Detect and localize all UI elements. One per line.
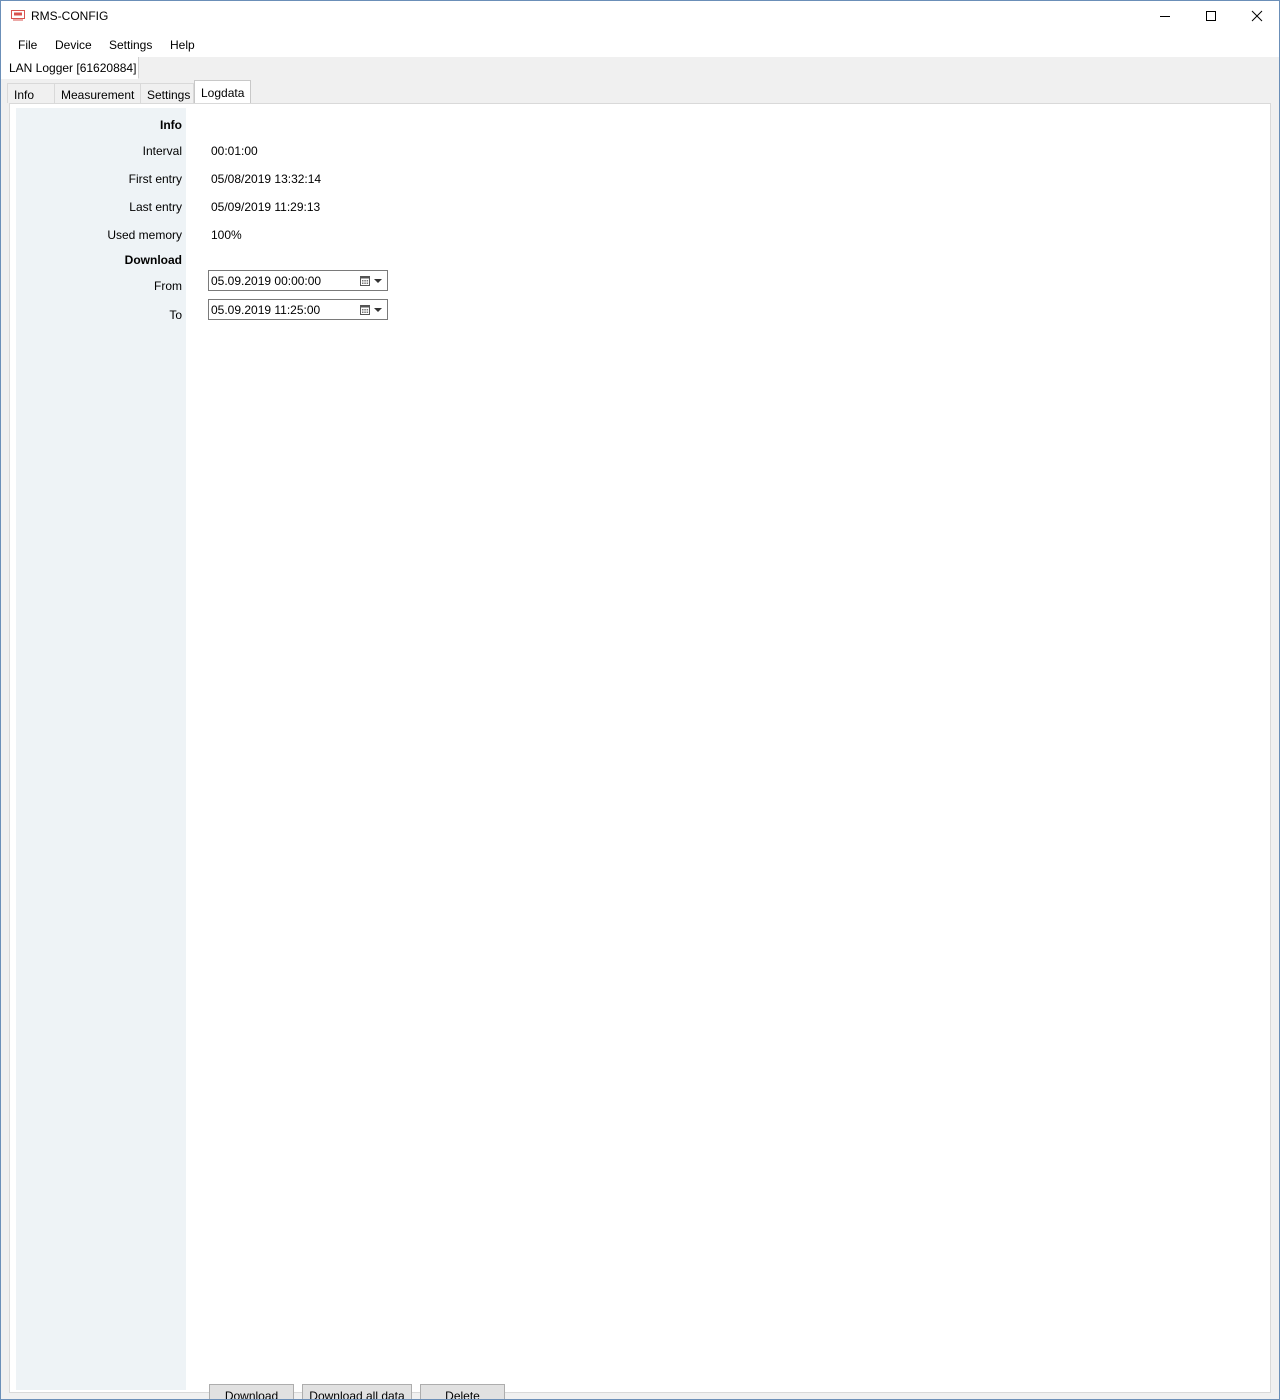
interval-label: Interval — [142, 144, 182, 158]
label-column: Info Interval First entry Last entry Use… — [16, 108, 186, 1390]
download-button[interactable]: Download — [209, 1384, 294, 1399]
interval-value: 00:01:00 — [211, 144, 258, 158]
delete-button[interactable]: Delete — [420, 1384, 505, 1399]
app-window: RMS-CONFIG File Device Settings Help LAN… — [0, 0, 1280, 1400]
document-tab-label: LAN Logger [61620884] — [9, 61, 137, 75]
dropdown-arrow-icon[interactable] — [374, 308, 382, 312]
close-button[interactable] — [1234, 1, 1279, 31]
tab-settings-label: Settings — [147, 88, 191, 102]
window-title: RMS-CONFIG — [31, 9, 109, 23]
document-tab-strip: LAN Logger [61620884] — [1, 57, 1279, 79]
maximize-button[interactable] — [1188, 1, 1234, 31]
calendar-icon[interactable] — [360, 304, 370, 315]
from-datetime-picker[interactable]: 05.09.2019 00:00:00 — [208, 270, 388, 291]
tab-settings[interactable]: Settings — [140, 83, 194, 103]
close-icon — [1251, 10, 1263, 22]
app-icon — [11, 10, 25, 21]
last-entry-label: Last entry — [129, 200, 182, 214]
to-datetime-picker[interactable]: 05.09.2019 11:25:00 — [208, 299, 388, 320]
tab-logdata-label: Logdata — [201, 86, 245, 100]
minimize-icon — [1160, 16, 1170, 17]
menu-settings[interactable]: Settings — [109, 38, 152, 52]
used-memory-value: 100% — [211, 228, 242, 242]
dropdown-arrow-icon[interactable] — [374, 279, 382, 283]
maximize-icon — [1206, 11, 1216, 21]
to-label: To — [169, 308, 182, 322]
tab-measurement-label: Measurement — [61, 88, 135, 102]
tab-info[interactable]: Info — [7, 83, 55, 103]
first-entry-value: 05/08/2019 13:32:14 — [211, 172, 322, 186]
tab-measurement[interactable]: Measurement — [54, 83, 141, 103]
first-entry-label: First entry — [128, 172, 182, 186]
last-entry-value: 05/09/2019 11:29:13 — [211, 200, 321, 214]
used-memory-label: Used memory — [107, 228, 182, 242]
from-datetime-value: 05.09.2019 00:00:00 — [211, 274, 322, 288]
title-bar: RMS-CONFIG — [1, 1, 1279, 31]
device-panel: Info Measurement Settings Logdata Info I… — [1, 79, 1279, 1399]
to-datetime-value: 05.09.2019 11:25:00 — [211, 303, 321, 317]
menu-device[interactable]: Device — [55, 38, 92, 52]
tab-logdata[interactable]: Logdata — [194, 80, 251, 104]
logdata-content: Info Interval First entry Last entry Use… — [9, 103, 1271, 1399]
info-section-header: Info — [160, 118, 182, 132]
menu-help[interactable]: Help — [170, 38, 195, 52]
minimize-button[interactable] — [1142, 1, 1188, 31]
menu-file[interactable]: File — [18, 38, 37, 52]
document-tab-lan-logger[interactable]: LAN Logger [61620884] — [1, 57, 139, 79]
menu-bar: File Device Settings Help — [1, 31, 1279, 57]
download-all-data-button[interactable]: Download all data — [302, 1384, 412, 1399]
tab-info-label: Info — [14, 88, 35, 102]
calendar-icon[interactable] — [360, 275, 370, 286]
download-section-header: Download — [124, 253, 182, 267]
from-label: From — [154, 279, 182, 293]
